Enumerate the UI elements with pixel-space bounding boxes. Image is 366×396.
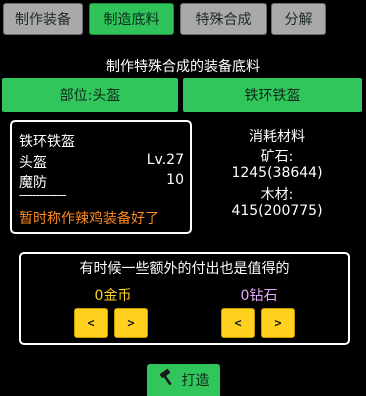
page-title: 制作特殊合成的装备底料 (106, 59, 260, 75)
tab-make-base[interactable]: 制造底料 (89, 3, 174, 35)
item-level: Lv.27 (146, 152, 184, 168)
item-name: 铁环铁盔 (19, 134, 75, 150)
gold-decrease-button[interactable]: < (74, 308, 108, 338)
gold-amount: 0金币 (94, 288, 132, 304)
wood-label: 木材: (260, 187, 294, 203)
diamond-increase-button[interactable]: > (261, 308, 295, 338)
item-divider: -------------- (19, 188, 67, 202)
ore-value: 1245(38644) (231, 165, 323, 181)
item-note: 暂时称作辣鸡装备好了 (19, 211, 159, 227)
diamond-decrease-button[interactable]: < (221, 308, 255, 338)
item-card: 铁环铁盔 头盔 Lv.27 魔防 10 -------------- 暂时称作辣… (10, 120, 192, 234)
item-stat-value: 10 (166, 172, 184, 188)
part-selector[interactable]: 部位:头盔 (2, 78, 178, 112)
item-slot: 头盔 (19, 155, 47, 171)
material-selector[interactable]: 铁环铁盔 (183, 78, 362, 112)
gold-increase-button[interactable]: > (114, 308, 148, 338)
tab-make-equipment[interactable]: 制作装备 (3, 3, 83, 35)
forge-label: 打造 (181, 373, 210, 389)
forge-button[interactable]: 打造 (147, 364, 220, 396)
materials-header: 消耗材料 (249, 129, 305, 145)
hammer-icon (158, 368, 182, 391)
extra-investment-box: 有时候一些额外的付出也是值得的 0金币 0钻石 < > < > (19, 252, 350, 345)
diamond-amount: 0钻石 (240, 288, 278, 304)
tab-decompose[interactable]: 分解 (271, 3, 326, 35)
ore-label: 矿石: (260, 149, 294, 165)
wood-value: 415(200775) (231, 203, 323, 219)
tab-special-synthesis[interactable]: 特殊合成 (180, 3, 267, 35)
extra-title: 有时候一些额外的付出也是值得的 (79, 261, 290, 277)
